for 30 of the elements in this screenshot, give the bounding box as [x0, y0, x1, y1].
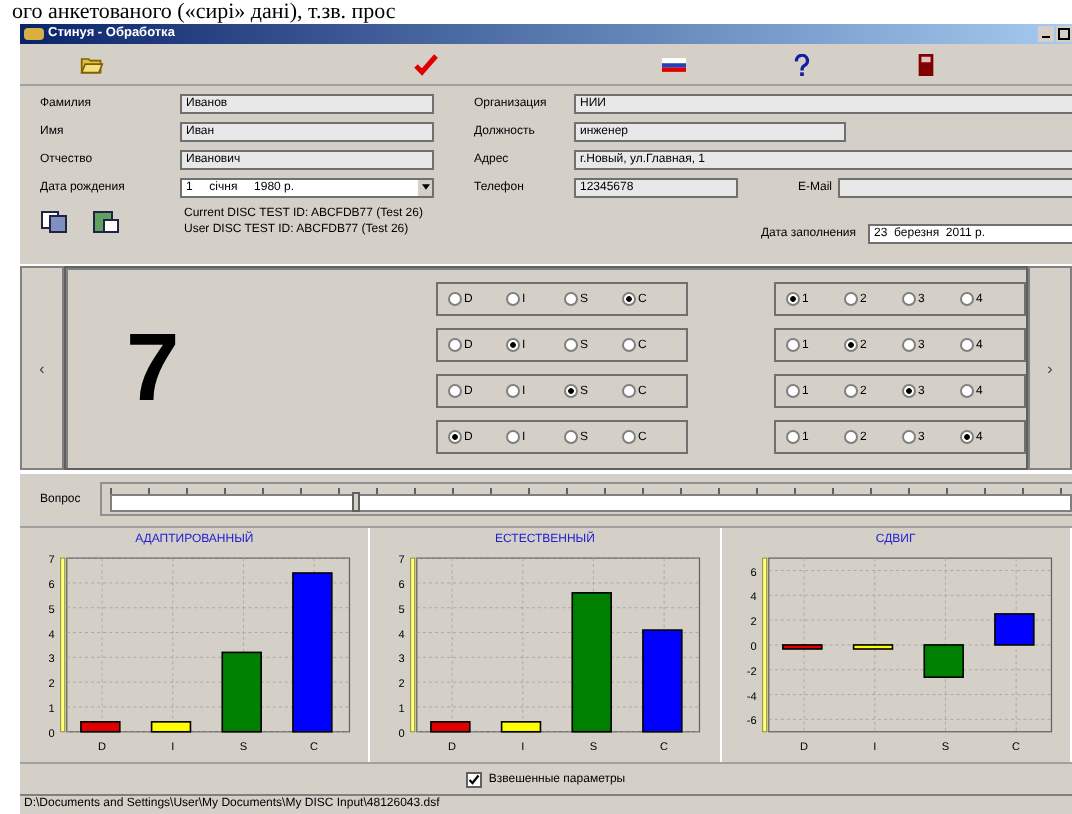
chart-bar — [643, 629, 684, 733]
chart-bar — [501, 721, 543, 733]
exit-door-icon[interactable] — [914, 53, 938, 76]
document-text: ого анкетованого («сирі» дані), т.зв. прос — [10, 0, 398, 24]
previous-button[interactable]: ‹ — [20, 266, 64, 470]
checkmark-icon[interactable] — [414, 53, 438, 76]
chart-bar — [572, 592, 613, 733]
chart-bar — [151, 721, 192, 733]
chart-bar — [852, 644, 893, 651]
checkmark-icon — [468, 773, 481, 786]
chart-bar — [923, 644, 964, 679]
maximize-icon[interactable] — [1056, 25, 1072, 42]
email-field[interactable] — [838, 177, 1072, 198]
chart-bar — [781, 644, 823, 651]
chart-bar — [221, 651, 263, 733]
copy-icon[interactable] — [40, 210, 68, 235]
help-icon[interactable] — [790, 53, 814, 76]
question-slider[interactable] — [100, 482, 1072, 517]
paste-icon[interactable] — [92, 210, 120, 235]
dropdown-arrow-icon[interactable] — [418, 179, 432, 196]
question-number: 7 — [126, 313, 182, 423]
slider-thumb[interactable] — [351, 492, 360, 513]
next-button[interactable]: › — [1028, 266, 1072, 470]
minimize-icon[interactable] — [1038, 25, 1054, 42]
chart-bar — [431, 721, 472, 733]
flag-icon[interactable] — [662, 53, 686, 76]
app-icon — [24, 27, 44, 40]
chart-bar — [993, 613, 1035, 647]
open-folder-icon[interactable] — [80, 53, 104, 76]
chart-bar — [80, 721, 121, 733]
